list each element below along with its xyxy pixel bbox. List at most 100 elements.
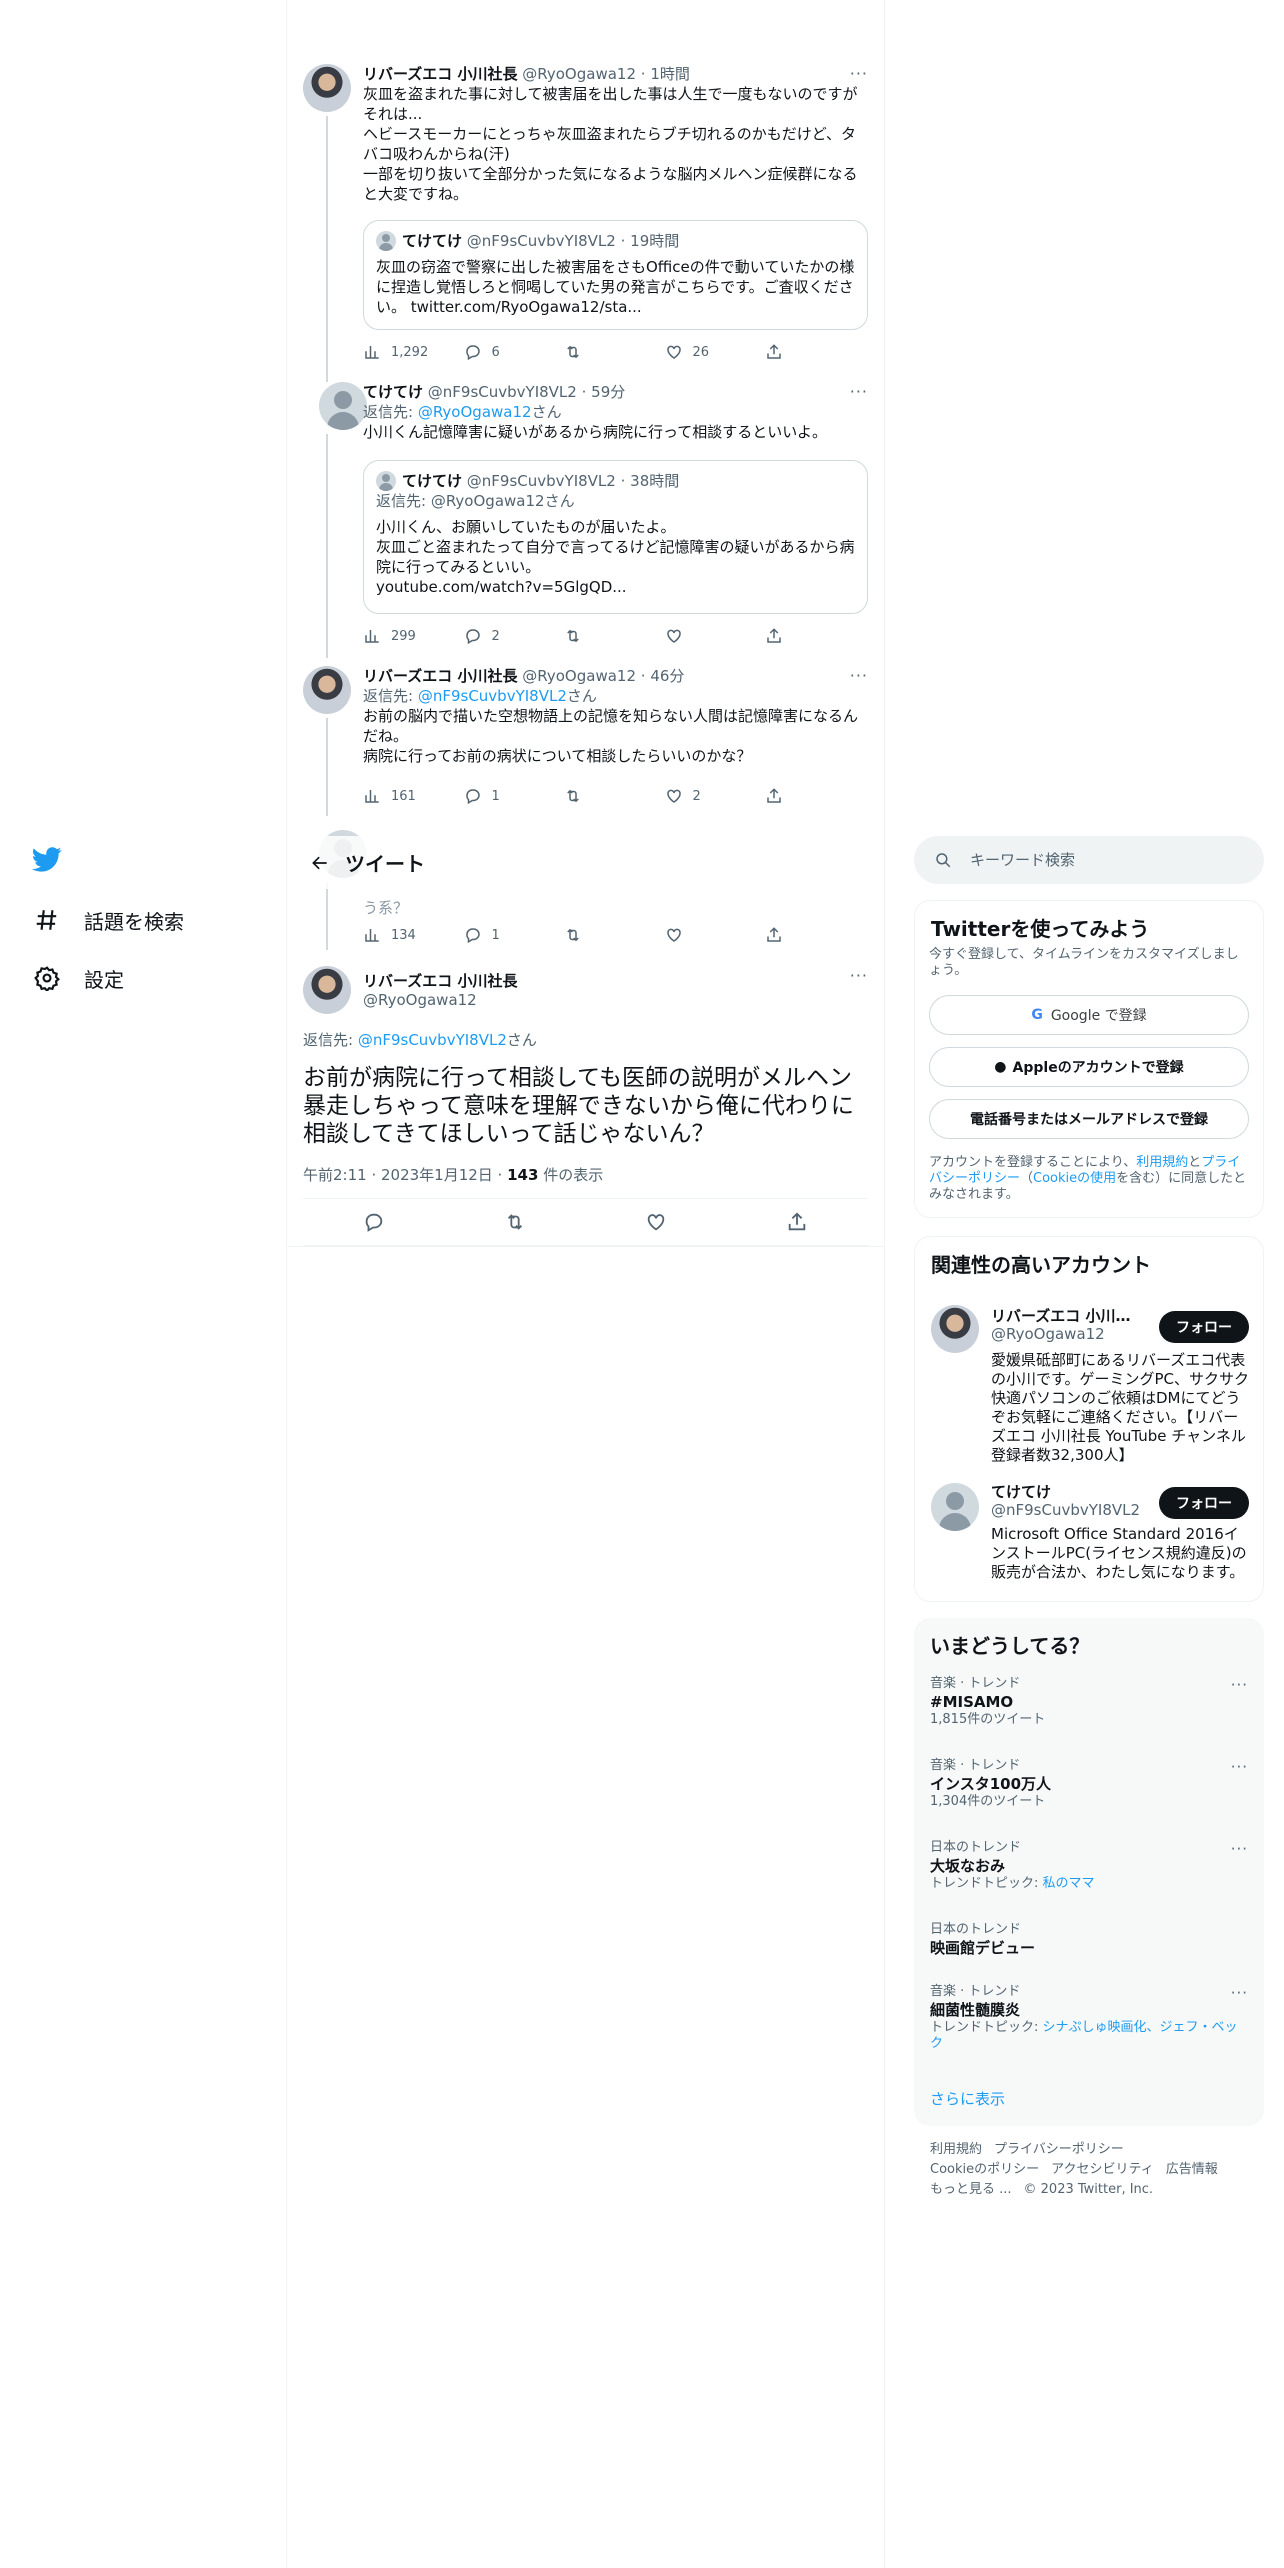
avatar[interactable]	[303, 64, 351, 112]
share-button[interactable]	[765, 786, 793, 806]
quoted-tweet[interactable]: てけてけ @nF9sCuvbvYI8VL2 · 38時間 返信先: @RyoOg…	[363, 460, 868, 614]
views-button[interactable]: 299	[363, 626, 464, 646]
thread-tweet[interactable]: てけてけ @nF9sCuvbvYI8VL2 · 59分 返信先: @RyoOga…	[287, 382, 884, 658]
footer-ads-link[interactable]: 広告情報	[1166, 2162, 1218, 2177]
retweet-button[interactable]	[564, 925, 665, 945]
author-name[interactable]: リバーズエコ 小川社長	[363, 970, 517, 991]
reply-mention-link[interactable]: @nF9sCuvbvYI8VL2	[418, 687, 567, 705]
quote-author-handle: @nF9sCuvbvYI8VL2	[466, 232, 616, 250]
heart-icon[interactable]	[645, 1211, 667, 1233]
more-icon[interactable]: ···	[1231, 1840, 1248, 1858]
focal-tweet: リバーズエコ 小川社長 @RyoOgawa12 ··· 返信先: @nF9sCu…	[287, 966, 884, 1246]
reply-button[interactable]: 6	[464, 342, 565, 362]
footer-accessibility-link[interactable]: アクセシビリティ	[1051, 2162, 1154, 2177]
account-row[interactable]: リバーズエコ 小川社長 @RyoOgawa12 フォロー 愛媛県砥部町にあるリバ…	[915, 1297, 1265, 1475]
author-handle[interactable]: @nF9sCuvbvYI8VL2	[428, 383, 577, 401]
share-icon[interactable]	[786, 1211, 808, 1233]
thread-tweet[interactable]: リバーズエコ 小川社長 @RyoOgawa12 · 46分 返信先: @nF9s…	[287, 666, 884, 816]
account-handle: @RyoOgawa12	[991, 1325, 1105, 1343]
views-button[interactable]: 134	[363, 925, 464, 945]
tweet-time[interactable]: 1時間	[650, 65, 690, 83]
phone-email-signup-button[interactable]: 電話番号またはメールアドレスで登録	[929, 1099, 1249, 1139]
trend-topic-link[interactable]: 私のママ	[1043, 1876, 1095, 1891]
views-button[interactable]: 161	[363, 786, 464, 806]
more-icon[interactable]: ···	[850, 382, 868, 401]
back-arrow-icon[interactable]	[303, 846, 337, 880]
trend-item[interactable]: 日本のトレンド 大坂なおみ トレンドトピック: 私のママ ···	[930, 1840, 1248, 1892]
share-button[interactable]	[765, 925, 793, 945]
tweet-timestamp[interactable]: 午前2:11 · 2023年1月12日 · 143 件の表示	[303, 1164, 603, 1185]
reply-mention-link[interactable]: @nF9sCuvbvYI8VL2	[358, 1031, 507, 1049]
author-handle[interactable]: @RyoOgawa12	[363, 991, 517, 1009]
tweet-text: お前が病院に行って相談しても医師の説明がメルヘン暴走しちゃって意味を理解できない…	[303, 1065, 854, 1147]
author-name[interactable]: てけてけ	[363, 383, 423, 401]
like-button[interactable]	[665, 626, 766, 646]
share-button[interactable]	[765, 626, 793, 646]
follow-button[interactable]: フォロー	[1159, 1487, 1249, 1519]
reply-mention-link[interactable]: @RyoOgawa12	[418, 403, 532, 421]
twitter-bird-icon[interactable]	[31, 844, 66, 878]
author-handle[interactable]: @RyoOgawa12	[522, 65, 636, 83]
author-handle[interactable]: @RyoOgawa12	[522, 667, 636, 685]
follow-button[interactable]: フォロー	[1159, 1311, 1249, 1343]
more-icon[interactable]: ···	[1231, 1984, 1248, 2002]
reply-icon[interactable]	[363, 1211, 385, 1233]
terms-link[interactable]: 利用規約	[1136, 1155, 1188, 1170]
avatar[interactable]	[303, 966, 351, 1014]
trend-item[interactable]: 音楽 · トレンド #MISAMO 1,815件のツイート ···	[930, 1676, 1248, 1728]
account-handle: @nF9sCuvbvYI8VL2	[991, 1501, 1141, 1519]
share-icon	[767, 344, 781, 359]
avatar[interactable]	[303, 666, 351, 714]
thread-connector	[326, 434, 328, 658]
footer-terms-link[interactable]: 利用規約	[930, 2142, 982, 2157]
more-icon[interactable]: ···	[1231, 1676, 1248, 1694]
footer-cookie-link[interactable]: Cookieのポリシー	[930, 2162, 1039, 2177]
search-input[interactable]	[970, 851, 1230, 869]
more-icon[interactable]: ···	[850, 966, 868, 985]
avatar[interactable]	[319, 382, 367, 430]
avatar[interactable]	[931, 1483, 979, 1531]
author-name[interactable]: リバーズエコ 小川社長	[363, 65, 517, 83]
nav-explore[interactable]: 話題を検索	[32, 900, 184, 940]
account-row[interactable]: てけてけ @nF9sCuvbvYI8VL2 フォロー Microsoft Off…	[915, 1479, 1265, 1599]
tweet-time[interactable]: 46分	[650, 667, 684, 685]
retweet-icon[interactable]	[504, 1211, 526, 1233]
like-button[interactable]: 26	[665, 342, 766, 362]
account-name[interactable]: リバーズエコ 小川社長	[991, 1305, 1141, 1326]
author-name[interactable]: リバーズエコ 小川社長	[363, 667, 517, 685]
apple-signup-button[interactable]: ● Appleのアカウントで登録	[929, 1047, 1249, 1087]
reply-button[interactable]: 1	[464, 786, 565, 806]
analytics-icon	[365, 929, 379, 942]
retweet-button[interactable]	[564, 786, 665, 806]
more-icon[interactable]: ···	[1231, 1758, 1248, 1776]
avatar[interactable]	[931, 1305, 979, 1353]
quoted-tweet[interactable]: てけてけ @nF9sCuvbvYI8VL2 · 19時間 灰皿の窃盗で警察に出し…	[363, 220, 868, 330]
like-button[interactable]: 2	[665, 786, 766, 806]
views-button[interactable]: 1,292	[363, 342, 464, 362]
search-box[interactable]	[914, 836, 1264, 884]
footer-more-link[interactable]: もっと見る ...	[930, 2182, 1012, 2197]
like-button[interactable]	[665, 925, 766, 945]
tweet-time[interactable]: 59分	[591, 383, 625, 401]
cookie-link[interactable]: Cookieの使用	[1033, 1171, 1116, 1186]
reply-button[interactable]: 2	[464, 626, 565, 646]
account-name[interactable]: てけてけ	[991, 1481, 1141, 1502]
retweet-button[interactable]	[564, 626, 665, 646]
trend-item[interactable]: 音楽 · トレンド インスタ100万人 1,304件のツイート ···	[930, 1758, 1248, 1810]
trend-item[interactable]: 音楽 · トレンド 細菌性髄膜炎 トレンドトピック: シナぷしゅ映画化、ジェフ・…	[930, 1984, 1248, 2052]
show-more-link[interactable]: さらに表示	[930, 2088, 1005, 2109]
trend-item[interactable]: 日本のトレンド 映画館デビュー	[930, 1922, 1248, 1958]
more-icon[interactable]: ···	[850, 64, 868, 83]
reply-button[interactable]: 1	[464, 925, 565, 945]
share-button[interactable]	[765, 342, 793, 362]
footer-privacy-link[interactable]: プライバシーポリシー	[994, 2142, 1124, 2157]
trend-name: インスタ100万人	[930, 1775, 1052, 1793]
retweet-button[interactable]	[564, 342, 665, 362]
more-icon[interactable]: ···	[850, 666, 868, 685]
replying-to: 返信先: @nF9sCuvbvYI8VL2さん	[303, 1031, 537, 1049]
reply-count: 2	[491, 628, 500, 644]
nav-settings[interactable]: 設定	[32, 958, 124, 998]
google-signup-button[interactable]: G Google で登録	[929, 995, 1249, 1035]
thread-tweet[interactable]: リバーズエコ 小川社長 @RyoOgawa12 · 1時間 灰皿を盗まれた事に対…	[287, 64, 884, 382]
heart-icon	[666, 345, 681, 359]
